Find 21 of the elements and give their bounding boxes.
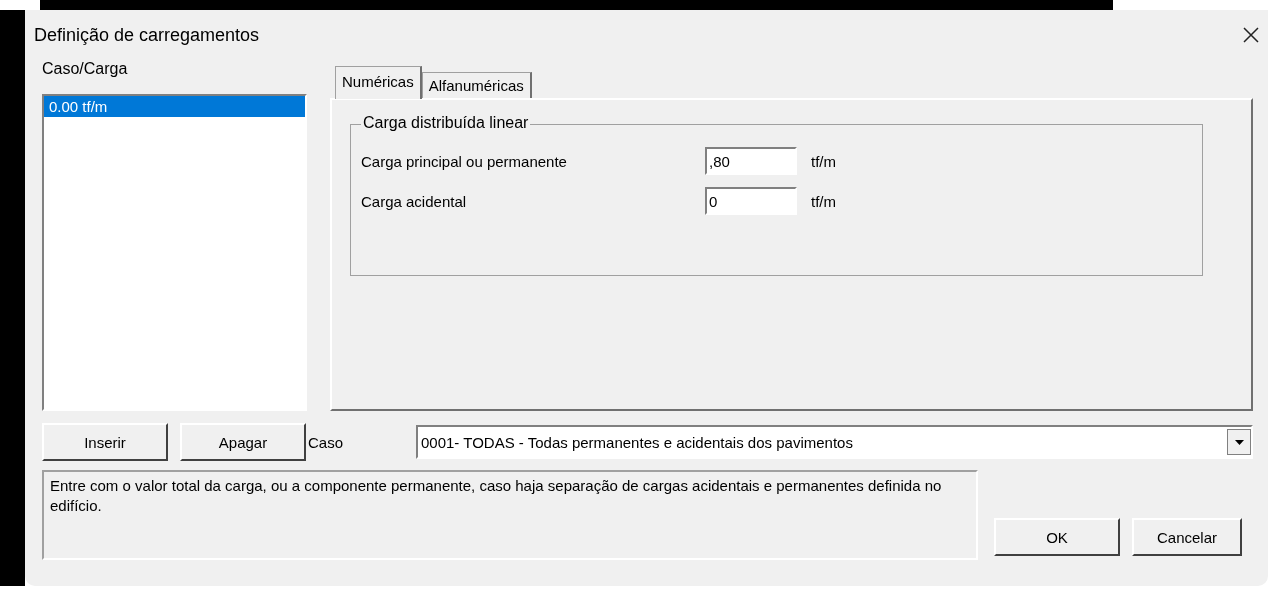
input-field[interactable]: 0 <box>705 187 797 215</box>
group-title: Carga distribuída linear <box>361 114 531 132</box>
tab[interactable]: Alfanuméricas <box>421 72 532 98</box>
dialog-button[interactable]: OK <box>994 518 1120 556</box>
list-item[interactable]: 0.00 tf/m <box>44 96 305 117</box>
select-label: Caso <box>308 433 345 451</box>
list-label: Caso/Carga <box>42 60 129 79</box>
window-title: Definição de carregamentos <box>34 24 260 46</box>
input-field[interactable]: ,80 <box>705 147 797 175</box>
action-button[interactable]: Inserir <box>42 423 168 461</box>
unit-label: tf/m <box>811 152 836 170</box>
action-button[interactable]: Apagar <box>180 423 306 461</box>
dropdown-arrow-icon <box>1234 439 1244 445</box>
help-text: Entre com o valor total da carga, ou a componente permanente, caso haja separação de cargas acidentais e permanentes definida no edifício. <box>42 470 978 560</box>
field-label: Carga acidental <box>361 192 468 210</box>
case-dropdown[interactable]: 0001- TODAS - Todas permanentes e acidentais dos pavimentos <box>416 425 1253 459</box>
field-label: Carga principal ou permanente <box>361 152 568 170</box>
unit-label: tf/m <box>811 192 836 210</box>
close-icon[interactable] <box>1242 26 1260 44</box>
tab[interactable]: Numéricas <box>335 66 422 99</box>
dialog-button[interactable]: Cancelar <box>1132 518 1242 556</box>
